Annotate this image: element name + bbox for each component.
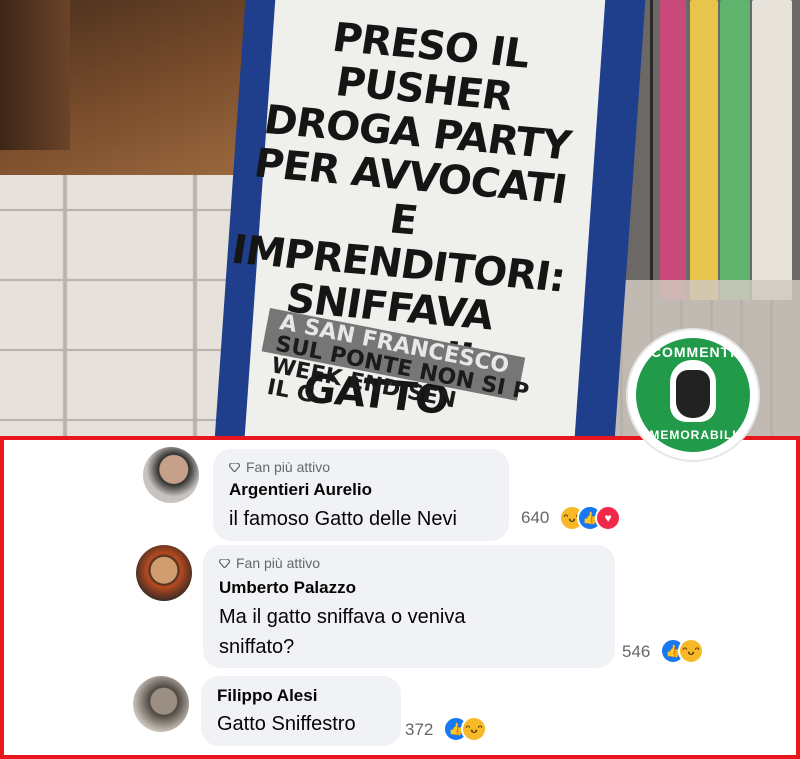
reaction-count[interactable]: 640 bbox=[521, 508, 549, 528]
top-fan-label: Fan più attivo bbox=[236, 555, 321, 571]
comment-bubble[interactable]: Fan più attivo Argentieri Aurelio il fam… bbox=[213, 449, 509, 541]
reaction-count[interactable]: 372 bbox=[405, 720, 433, 740]
haha-icon: ᵔᴗᵔ bbox=[678, 638, 704, 664]
comment-author[interactable]: Filippo Alesi bbox=[217, 686, 317, 706]
wooden-shelf bbox=[0, 0, 260, 175]
comment-text: il famoso Gatto delle Nevi bbox=[229, 508, 457, 530]
top-fan-badge: Fan più attivo bbox=[229, 459, 330, 475]
comment-text: Ma il gatto sniffava o veniva sniffato? bbox=[219, 602, 465, 662]
comment-text-line: Ma il gatto sniffava o veniva bbox=[219, 606, 466, 628]
reaction-count[interactable]: 546 bbox=[622, 642, 650, 662]
diamond-icon bbox=[229, 463, 240, 472]
book-spine bbox=[690, 0, 718, 300]
comment-bubble[interactable]: Filippo Alesi Gatto Sniffestro bbox=[201, 676, 401, 746]
haha-icon: ᵔᴗᵔ bbox=[461, 716, 487, 742]
comment-author[interactable]: Argentieri Aurelio bbox=[229, 480, 372, 500]
top-fan-label: Fan più attivo bbox=[246, 459, 331, 475]
comment-author[interactable]: Umberto Palazzo bbox=[219, 578, 356, 598]
commenti-memorabili-logo: COMMENTI MEMORABILI bbox=[628, 330, 758, 460]
diamond-icon bbox=[219, 559, 230, 568]
logo-bottom-text: MEMORABILI bbox=[649, 428, 737, 442]
avatar[interactable] bbox=[136, 545, 192, 601]
book-spine bbox=[720, 0, 750, 300]
logo-top-text: COMMENTI bbox=[650, 344, 736, 360]
book-spine bbox=[660, 0, 686, 300]
comment-text: Gatto Sniffestro bbox=[217, 713, 356, 735]
avatar[interactable] bbox=[143, 447, 199, 503]
top-fan-badge: Fan più attivo bbox=[219, 555, 320, 571]
comment-bubble[interactable]: Fan più attivo Umberto Palazzo Ma il gat… bbox=[203, 545, 615, 668]
avatar[interactable] bbox=[133, 676, 189, 732]
book-spine bbox=[752, 0, 792, 300]
comment-text-line: sniffato? bbox=[219, 636, 295, 658]
love-icon: ♥ bbox=[595, 505, 621, 531]
